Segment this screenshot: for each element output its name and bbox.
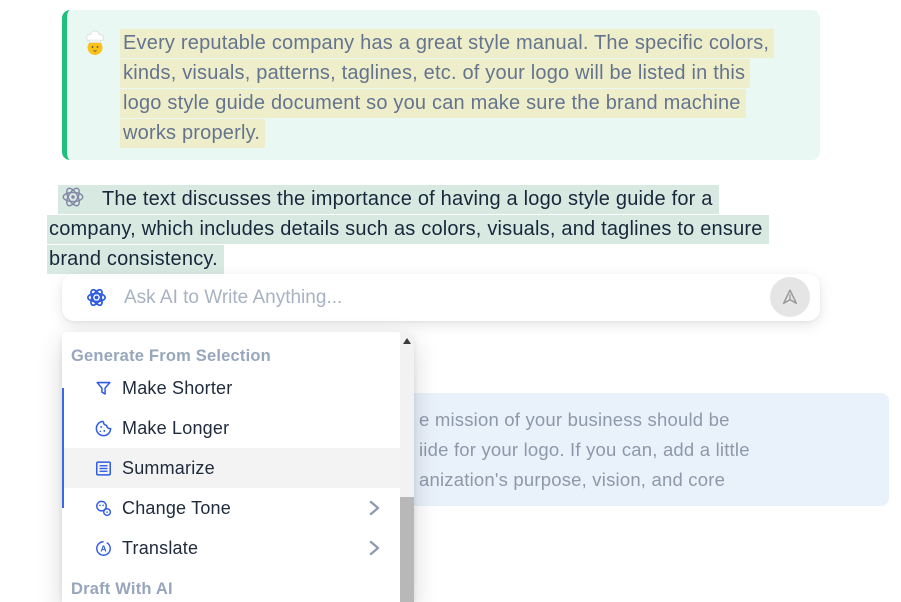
menu-item-summarize[interactable]: Summarize <box>62 448 400 488</box>
text-caret-line <box>62 388 64 508</box>
scrollbar-thumb[interactable] <box>400 497 414 602</box>
callout-line: kinds, visuals, patterns, taglines, etc.… <box>120 59 750 88</box>
cook-emoji-icon <box>82 30 108 58</box>
menu-item-make-longer[interactable]: Make Longer <box>62 408 400 448</box>
menu-item-label: Make Shorter <box>122 378 232 399</box>
callout-block: Every reputable company has a great styl… <box>62 10 820 160</box>
menu-item-label: Translate <box>122 538 198 559</box>
editor-canvas: Every reputable company has a great styl… <box>0 0 901 602</box>
send-button[interactable] <box>770 277 810 317</box>
svg-text:A: A <box>100 543 107 553</box>
translate-icon: A <box>94 539 113 558</box>
filter-icon <box>94 379 113 398</box>
callout-line: Every reputable company has a great styl… <box>120 29 774 58</box>
chevron-right-icon <box>366 499 382 517</box>
menu-item-change-tone[interactable]: Change Tone <box>62 488 400 528</box>
background-text-block: e mission of your business should be iid… <box>405 393 889 506</box>
faces-icon <box>94 499 113 518</box>
cookie-icon <box>94 419 113 438</box>
callout-line: works properly. <box>120 119 265 148</box>
chevron-right-icon <box>366 539 382 557</box>
ai-prompt-input[interactable] <box>124 287 820 309</box>
menu-item-translate[interactable]: A Translate <box>62 528 400 568</box>
summary-line: brand consistency. <box>47 245 224 274</box>
backdrop-line: anization's purpose, vision, and core <box>419 465 889 495</box>
backdrop-line: e mission of your business should be <box>419 405 889 435</box>
menu-section-generate-from-selection: Generate From Selection <box>62 344 400 368</box>
summary-line: company, which includes details such as … <box>47 215 769 244</box>
callout-text: Every reputable company has a great styl… <box>120 28 774 148</box>
send-arrow-icon <box>779 286 801 308</box>
ai-summary-paragraph: The text discusses the importance of hav… <box>47 184 877 274</box>
menu-item-label: Make Longer <box>122 418 229 439</box>
menu-item-label: Change Tone <box>122 498 231 519</box>
ask-ai-input-bar <box>62 274 820 321</box>
backdrop-line: iide for your logo. If you can, add a li… <box>419 435 889 465</box>
ai-atom-icon <box>85 286 108 309</box>
menu-scrollbar[interactable] <box>400 332 414 602</box>
atom-icon <box>60 184 86 210</box>
summary-line: The text discusses the importance of hav… <box>102 188 713 210</box>
callout-line: logo style guide document so you can mak… <box>120 89 746 118</box>
document-list-icon <box>94 459 113 478</box>
menu-section-draft-with-ai: Draft With AI <box>62 577 400 601</box>
ai-actions-menu: Generate From Selection Make Shorter Mak… <box>62 332 414 602</box>
scroll-up-button[interactable] <box>400 332 414 350</box>
menu-item-make-shorter[interactable]: Make Shorter <box>62 368 400 408</box>
menu-item-label: Summarize <box>122 458 215 479</box>
